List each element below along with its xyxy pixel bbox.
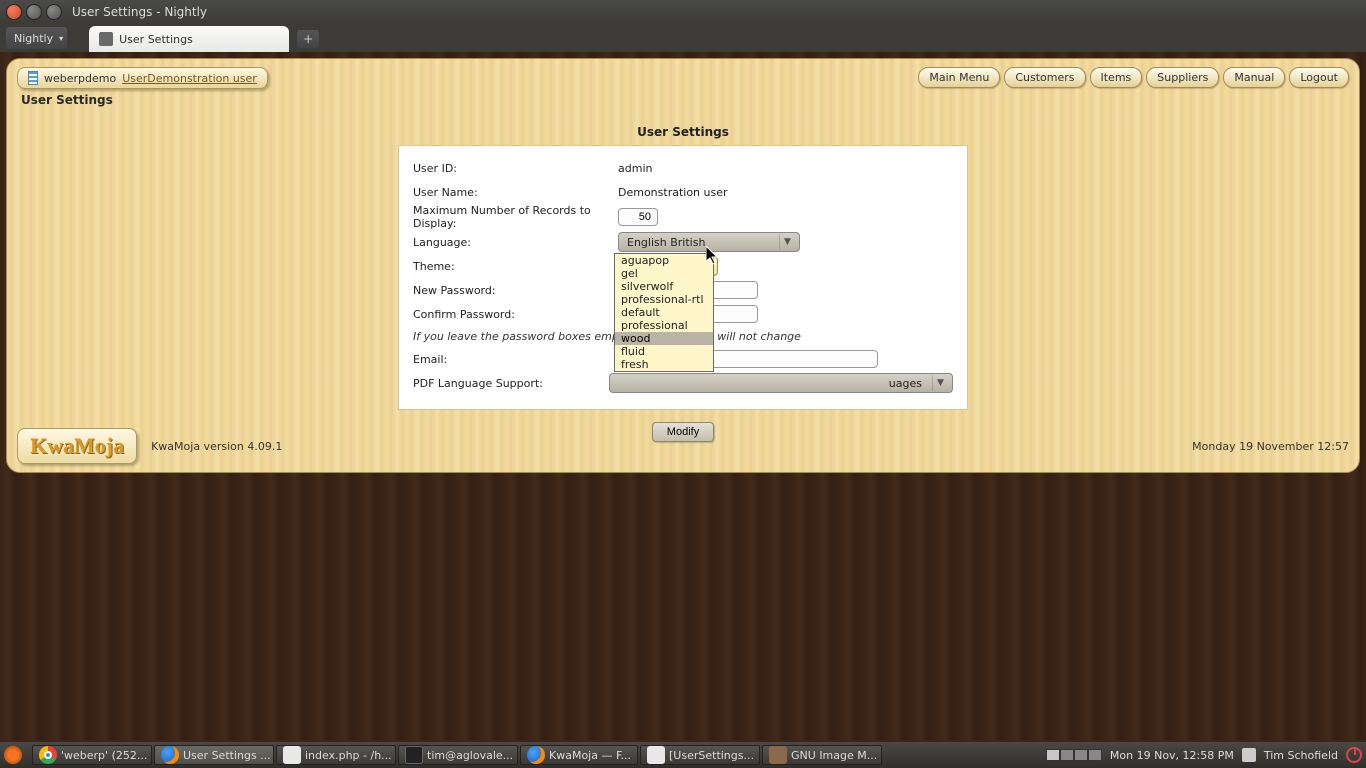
panel-clock[interactable]: Mon 19 Nov, 12:58 PM: [1110, 749, 1234, 762]
nav-main-menu[interactable]: Main Menu: [918, 67, 1000, 88]
user-menu-icon[interactable]: [1242, 748, 1256, 762]
language-label: Language:: [413, 236, 618, 249]
nav-manual[interactable]: Manual: [1223, 67, 1285, 88]
theme-option-fluid[interactable]: fluid: [615, 345, 713, 358]
breadcrumb-db: weberpdemo: [44, 72, 116, 85]
theme-option-professional[interactable]: professional: [615, 319, 713, 332]
task-kwamoja[interactable]: KwaMoja — F...: [520, 745, 638, 765]
version-text: KwaMoja version 4.09.1: [151, 440, 282, 453]
window-minimize-icon[interactable]: [26, 4, 42, 20]
user-id-label: User ID:: [413, 162, 618, 175]
logo-text: KwaMoja: [30, 433, 124, 458]
theme-option-professional-rtl[interactable]: professional-rtl: [615, 293, 713, 306]
pdf-label: PDF Language Support:: [413, 377, 609, 390]
nav-suppliers[interactable]: Suppliers: [1146, 67, 1219, 88]
chrome-icon: [39, 746, 57, 764]
nav-items[interactable]: Items: [1090, 67, 1143, 88]
pdf-language-select[interactable]: . uages ▼: [609, 373, 953, 393]
task-terminal[interactable]: tim@aglovale...: [398, 745, 518, 765]
app-footer: KwaMoja KwaMoja version 4.09.1 Monday 19…: [17, 428, 1349, 464]
pdf-select-partial: uages: [889, 377, 922, 390]
chevron-down-icon: ▼: [932, 375, 948, 391]
theme-label: Theme:: [413, 260, 618, 273]
panel-user[interactable]: Tim Schofield: [1264, 749, 1338, 762]
breadcrumb-user-prefix: User: [122, 72, 147, 85]
footer-datetime: Monday 19 November 12:57: [1192, 440, 1349, 453]
confirm-password-label: Confirm Password:: [413, 308, 618, 321]
breadcrumb[interactable]: weberpdemo UserDemonstration user: [17, 67, 268, 89]
theme-option-silverwolf[interactable]: silverwolf: [615, 280, 713, 293]
app-panel: weberpdemo UserDemonstration user Main M…: [6, 58, 1360, 473]
window-title: User Settings - Nightly: [72, 5, 207, 19]
max-records-label: Maximum Number of Records to Display:: [413, 204, 618, 230]
form-title: User Settings: [17, 125, 1349, 139]
settings-form: User ID: admin User Name: Demonstration …: [398, 145, 968, 410]
logo-card[interactable]: KwaMoja: [17, 428, 137, 464]
task-gedit[interactable]: index.php - /h...: [276, 745, 396, 765]
theme-option-aguapop[interactable]: aguapop: [615, 254, 713, 267]
task-usersettings[interactable]: [UserSettings...: [640, 745, 760, 765]
theme-dropdown-list: aguapop gel silverwolf professional-rtl …: [614, 253, 714, 372]
user-name-value: Demonstration user: [618, 186, 953, 199]
theme-option-default[interactable]: default: [615, 306, 713, 319]
window-close-icon[interactable]: [6, 4, 22, 20]
page-title: User Settings: [21, 93, 1349, 107]
theme-option-wood[interactable]: wood: [615, 332, 713, 345]
user-name-label: User Name:: [413, 186, 618, 199]
ubuntu-panel: 'weberp' (252... User Settings ... index…: [0, 742, 1366, 768]
theme-option-gel[interactable]: gel: [615, 267, 713, 280]
app-background: weberpdemo UserDemonstration user Main M…: [0, 52, 1366, 740]
language-select[interactable]: English British ▼: [618, 232, 800, 252]
nav-logout[interactable]: Logout: [1289, 67, 1349, 88]
top-nav: Main Menu Customers Items Suppliers Manu…: [918, 67, 1349, 88]
browser-tab-strip: Nightly User Settings +: [0, 24, 1366, 52]
email-label: Email:: [413, 353, 618, 366]
user-id-value: admin: [618, 162, 953, 175]
terminal-icon: [405, 746, 423, 764]
language-select-value: English British: [627, 236, 705, 249]
window-titlebar: User Settings - Nightly: [0, 0, 1366, 24]
gimp-icon: [769, 746, 787, 764]
task-chrome[interactable]: 'weberp' (252...: [32, 745, 152, 765]
window-maximize-icon[interactable]: [46, 4, 62, 20]
new-password-label: New Password:: [413, 284, 618, 297]
database-icon: [28, 71, 38, 85]
chevron-down-icon: ▼: [779, 234, 795, 250]
task-gimp[interactable]: GNU Image M...: [762, 745, 882, 765]
theme-option-fresh[interactable]: fresh: [615, 358, 713, 371]
tab-favicon-icon: [99, 32, 113, 46]
workspace-switcher[interactable]: [1046, 749, 1102, 761]
gedit-icon: [647, 746, 665, 764]
task-firefox[interactable]: User Settings ...: [154, 745, 274, 765]
gedit-icon: [283, 746, 301, 764]
firefox-icon: [161, 746, 179, 764]
show-desktop-icon[interactable]: [4, 746, 22, 764]
breadcrumb-user: Demonstration user: [147, 72, 257, 85]
nav-customers[interactable]: Customers: [1004, 67, 1085, 88]
max-records-input[interactable]: [618, 208, 658, 226]
power-icon[interactable]: [1346, 747, 1362, 763]
firefox-menu-button[interactable]: Nightly: [6, 27, 67, 49]
browser-tab[interactable]: User Settings: [89, 26, 289, 52]
tab-label: User Settings: [119, 33, 193, 46]
firefox-icon: [527, 746, 545, 764]
new-tab-button[interactable]: +: [297, 30, 319, 48]
